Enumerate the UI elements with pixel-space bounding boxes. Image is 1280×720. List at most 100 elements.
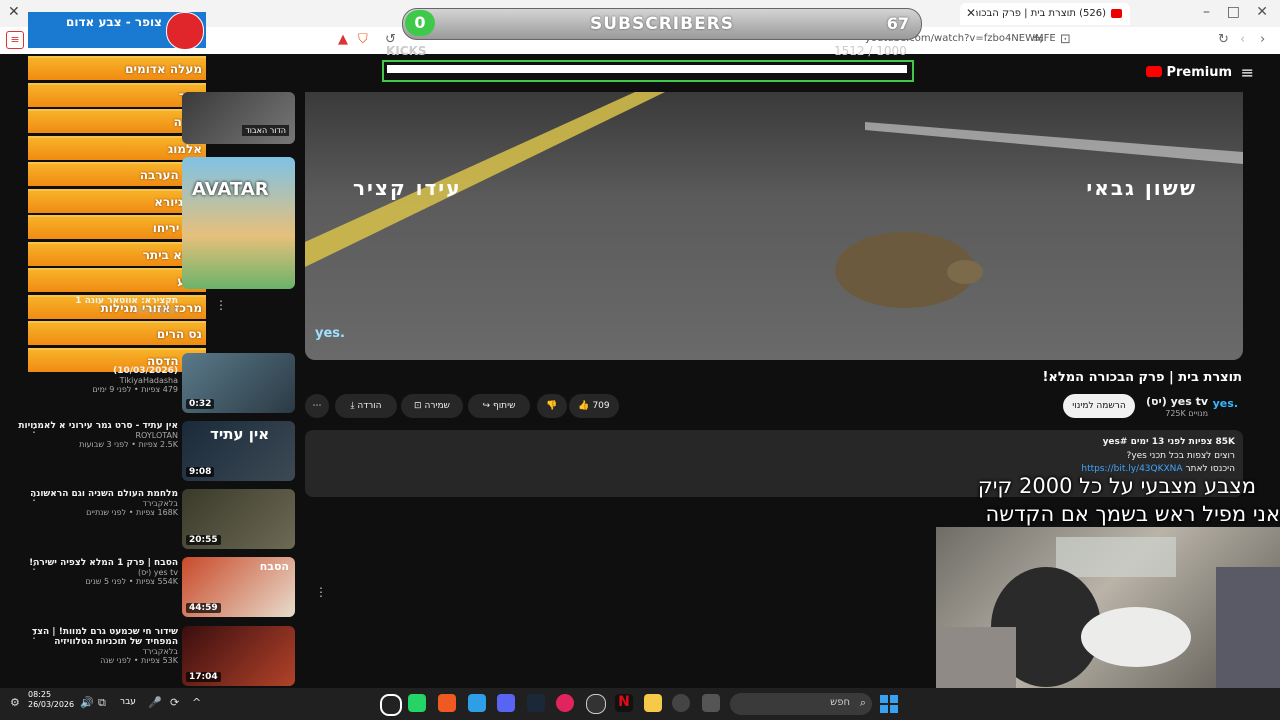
sidebar-video-info[interactable]: הסבח | פרק 1 המלא לצפיה ישירה! yes tv (י… (18, 558, 178, 586)
video-title: תוצרת בית | פרק הבכורה המלא! (1042, 370, 1242, 385)
sidebar-video-info[interactable]: אין עתיד - סרט גמר עירוני א לאמנויות ROY… (18, 421, 178, 449)
video-player[interactable]: עידו קציר ששון גבאי yes. (305, 92, 1243, 360)
more-actions-button[interactable]: ⋯ (305, 394, 329, 418)
sidebar-video-info[interactable]: (10/03/2026) TikiyaHadasha 479 צפיות • ל… (18, 366, 178, 394)
stream-overlay-line1: מצבע מצבעי על כל 2000 קיק (977, 474, 1256, 498)
close-icon[interactable]: ✕ (8, 4, 20, 20)
subscribe-button[interactable]: הרשמה למינוי (1063, 394, 1135, 418)
description-stats: 85K צפיות לפני 13 ימים #yes (1102, 437, 1235, 447)
warning-icon[interactable]: ▲ (338, 32, 348, 47)
more-options-icon[interactable]: ⋮ (28, 558, 40, 572)
discord-icon[interactable] (497, 694, 515, 712)
share-button[interactable]: שיתוף ↪ (468, 394, 530, 418)
youtube-logo-icon (1146, 66, 1163, 77)
tab-close-icon[interactable]: ✕ (966, 6, 976, 20)
settings-icon[interactable]: ⚙ (10, 696, 20, 709)
save-button[interactable]: שמירה ⊡ (401, 394, 463, 418)
sidebar-video-info[interactable]: תקצירא: אווטאר עונה 1 301K צפיות (18, 296, 178, 315)
more-options-icon[interactable]: ⋮ (28, 489, 40, 503)
video-duration: 44:59 (186, 603, 221, 613)
reload-icon[interactable]: ↻ (1218, 32, 1229, 47)
video-channel: yes tv (יס) (137, 568, 178, 577)
alert-header: צופר - צבע אדום (28, 12, 206, 50)
bookmark-icon[interactable]: ⊡ (1060, 32, 1071, 47)
sidebar-thumbnail[interactable]: 0:32 (182, 353, 295, 413)
chatgpt-icon[interactable] (586, 694, 606, 714)
video-title: שידור חי שכמעט גרם למוות! | הצד המפחיד ש… (31, 627, 178, 647)
file-explorer-icon[interactable] (644, 694, 662, 712)
forward-icon[interactable]: › (1260, 32, 1265, 47)
description-link[interactable]: https://bit.ly/43QKXNA (1081, 464, 1182, 474)
sidebar-thumbnail[interactable]: AVATAR (182, 157, 295, 289)
network-icon[interactable]: ⧉ (98, 696, 106, 710)
subscribers-label: SUBSCRIBERS (589, 14, 735, 34)
windows-start-icon[interactable] (880, 695, 898, 713)
menu-icon[interactable]: ≡ (6, 31, 24, 49)
sidebar-thumbnail[interactable]: אין עתיד 9:08 (182, 421, 295, 481)
minimize-icon[interactable]: – (1203, 4, 1210, 20)
youtube-favicon-icon (1111, 9, 1122, 18)
window-close-icon[interactable]: ✕ (1256, 4, 1268, 20)
tab-title: (526) תוצרת בית | פרק הבכורה | ... (976, 8, 1106, 19)
sidebar-thumbnail[interactable]: 17:04 (182, 626, 295, 686)
dislike-button[interactable]: 👎 (537, 394, 567, 418)
like-button[interactable]: 709 👍 (569, 394, 619, 418)
maximize-icon[interactable]: □ (1227, 4, 1240, 20)
video-channel: TikiyaHadasha (119, 376, 178, 385)
brave-icon[interactable] (438, 694, 456, 712)
brave-shield-icon[interactable]: ⛉ (358, 32, 368, 47)
netflix-icon[interactable]: N (615, 694, 633, 712)
download-button[interactable]: הורדה ⤓ (335, 394, 397, 418)
video-channel: בלאקבירד (142, 647, 179, 656)
steam-icon[interactable] (527, 694, 545, 712)
more-options-icon[interactable]: ⋮ (215, 298, 227, 312)
browser-tab-active[interactable]: (526) תוצרת בית | פרק הבכורה | ... ✕ (960, 3, 1130, 25)
sidebar-video-info[interactable]: מלחמת העולם השניה וגם הראשונה בלאקבירד 1… (18, 489, 178, 517)
alert-title: צופר - צבע אדום (66, 15, 162, 29)
sidebar-video-info[interactable]: שידור חי שכמעט גרם למוות! | הצד המפחיד ש… (18, 627, 178, 665)
microphone-icon[interactable]: 🎤 (148, 696, 162, 709)
github-icon[interactable] (380, 694, 402, 716)
save-icon: ⊡ (414, 401, 422, 411)
tray-chevron-icon[interactable]: ^ (192, 696, 201, 709)
sidebar-thumbnail[interactable]: 20:55 (182, 489, 295, 549)
alert-location-item: מעלה אדומים (28, 56, 206, 80)
sidebar-thumbnail[interactable]: הדור האבוד (182, 92, 295, 144)
share-icon: ↪ (482, 401, 491, 411)
alert-logo-icon (166, 12, 204, 50)
app3-icon[interactable] (702, 694, 720, 712)
comments-menu-icon[interactable]: ⋮ (315, 585, 327, 599)
whatsapp-icon[interactable] (408, 694, 426, 712)
app-icon[interactable] (468, 694, 486, 712)
more-options-icon[interactable]: ⋮ (28, 421, 40, 435)
description-line: רוצים לצפות בכל תכני yes? (1126, 451, 1235, 461)
channel-avatar[interactable]: yes. (1213, 397, 1238, 410)
taskbar: ⚙ 08:25 26/03/2026 🔊 ⧉ עבר 🎤 ⟳ ^ N חפש ⌕ (0, 688, 1280, 720)
thumb-text: אין עתיד (210, 425, 270, 443)
taskbar-search[interactable]: חפש ⌕ (730, 693, 872, 715)
alert-location-item: בית הערבה (28, 162, 206, 186)
thumb-text: הסבח (259, 560, 289, 573)
volume-icon[interactable]: 🔊 (80, 696, 94, 709)
thumb-text: הדור האבוד (242, 125, 289, 136)
youtube-premium-logo[interactable]: Premium (1146, 65, 1232, 80)
webcam-scene (936, 537, 1280, 693)
more-options-icon[interactable]: ⋮ (28, 627, 40, 641)
guide-menu-icon[interactable]: ≡ (1241, 63, 1254, 82)
video-meta: 53K צפיות • לפני שנה (100, 656, 178, 665)
premium-label: Premium (1166, 65, 1232, 80)
sidebar-thumbnail[interactable]: הסבח 44:59 (182, 557, 295, 617)
kicks-progress-bar (382, 60, 914, 82)
media-player-icon[interactable] (556, 694, 574, 712)
taskbar-clock[interactable]: 08:25 26/03/2026 (28, 690, 74, 710)
app2-icon[interactable] (672, 694, 690, 712)
like-count: 709 (592, 401, 610, 411)
thumb-text: AVATAR (192, 179, 269, 200)
tray-icon[interactable]: ⟳ (170, 696, 179, 709)
download-icon: ⤓ (350, 401, 355, 411)
video-meta: 554K צפיות • לפני 5 שנים (85, 577, 178, 586)
channel-name[interactable]: yes tv (יס) (1146, 395, 1208, 408)
language-indicator[interactable]: עבר (120, 697, 136, 707)
back-icon[interactable]: ‹ (1240, 32, 1245, 47)
tune-icon[interactable]: ⇋ (1033, 32, 1044, 47)
